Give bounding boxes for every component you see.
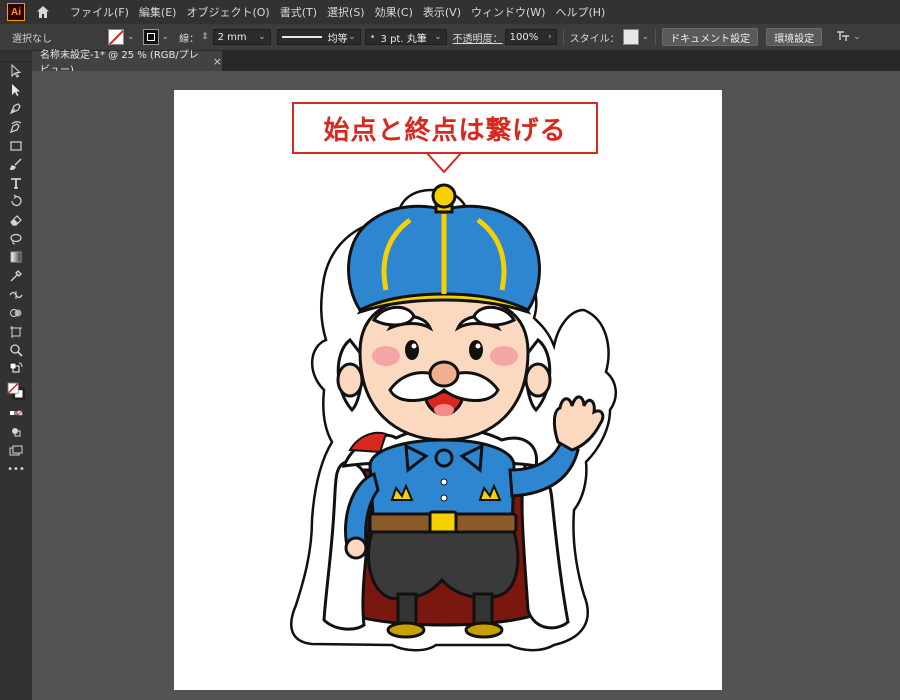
menu-edit[interactable]: 編集(E) [134,4,182,20]
stroke-weight-value: 2 mm [217,31,247,43]
stroke-weight-field[interactable]: 2 mm ⌄ [212,29,271,45]
shoe-left [386,621,426,639]
callout-box: 始点と終点は繋げる [292,102,598,154]
zoom-tool-icon[interactable] [0,341,32,360]
illustrator-logo-icon: Ai [7,3,25,21]
fill-none-swatch[interactable] [108,29,124,45]
opacity-field[interactable]: 100% › [504,29,557,45]
chevron-down-icon[interactable]: ⌄ [127,32,135,42]
brush-dot-icon: • [369,31,376,43]
stroke-label: 線： [179,33,200,45]
direct-selection-tool-icon[interactable] [0,81,32,100]
chevron-down-icon[interactable]: ⌄ [642,32,650,42]
brush-definition[interactable]: • 3 pt. 丸筆 ⌄ [364,29,447,45]
callout-tail [425,151,463,174]
menu-view[interactable]: 表示(V) [418,4,466,20]
style-label: スタイル： [569,33,620,45]
fill-none-stroke-black-icon[interactable] [0,378,32,404]
pen-tool-icon[interactable] [0,99,32,118]
document-tab-bar: 名称未設定-1* @ 25 % (RGB/プレビュー) × [32,50,900,76]
chevron-down-icon[interactable]: ⌄ [434,32,442,42]
canvas[interactable]: 始点と終点は繋げる [32,71,900,700]
default-fill-stroke-icon[interactable] [0,360,32,379]
stepper-icon[interactable]: ⇕ [201,32,209,42]
callout-text: 始点と終点は繋げる [323,115,567,146]
curvature-tool-icon[interactable] [0,118,32,137]
crown-knob [431,183,457,209]
menu-select[interactable]: 選択(S) [322,4,370,20]
graphic-style-swatch[interactable] [622,29,639,45]
eraser-tool-icon[interactable] [0,211,32,230]
king-character-illustration[interactable] [174,90,722,690]
width-tool-icon[interactable] [0,285,32,304]
menu-window[interactable]: ウィンドウ(W) [466,4,550,20]
divider [562,29,564,45]
profile-line-icon [281,36,322,38]
menu-bar: Ai ファイル(F) 編集(E) オブジェクト(O) 書式(T) 選択(S) 効… [0,0,900,24]
menu-file[interactable]: ファイル(F) [65,4,134,20]
selection-tool-icon[interactable] [0,62,32,81]
opacity-value: 100% [509,31,539,43]
brush-label: 3 pt. 丸筆 [380,33,427,45]
opacity-label[interactable]: 不透明度： [453,30,503,45]
rectangle-tool-icon[interactable] [0,136,32,155]
stroke-color-swatch[interactable] [142,29,159,45]
document-setup-button[interactable]: ドキュメント設定 [662,28,759,46]
paintbrush-tool-icon[interactable] [0,155,32,174]
profile-label: 均等 [327,33,348,45]
arrange-documents-icon[interactable] [836,30,850,45]
eyedropper-tool-icon[interactable] [0,267,32,286]
selection-status: 選択なし [12,33,52,45]
screen-mode-icon[interactable] [0,441,32,460]
draw-mode-icon[interactable] [0,423,32,442]
artboard[interactable]: 始点と終点は繋げる [174,90,722,690]
shoe-right [464,621,504,639]
chevron-down-icon[interactable]: ⌄ [348,32,356,42]
home-icon[interactable] [35,4,51,20]
menu-effect[interactable]: 効果(C) [370,4,418,20]
variable-width-profile[interactable]: 均等 ⌄ [276,29,361,45]
gradient-tool-icon[interactable] [0,248,32,267]
type-tool-icon[interactable] [0,174,32,193]
shape-builder-tool-icon[interactable] [0,304,32,323]
divider [655,29,657,45]
close-icon[interactable]: × [213,55,222,68]
preferences-button[interactable]: 環境設定 [766,28,823,46]
rotate-tool-icon[interactable] [0,192,32,211]
more-tools-icon[interactable]: ••• [0,460,32,479]
menu-help[interactable]: ヘルプ(H) [550,4,610,20]
document-tab[interactable]: 名称未設定-1* @ 25 % (RGB/プレビュー) × [32,50,222,76]
chevron-down-icon[interactable]: ⌄ [853,32,861,42]
chevron-down-icon[interactable]: ⌄ [258,32,266,42]
artboard-tool-icon[interactable] [0,322,32,341]
panel-gripper[interactable] [0,51,32,62]
color-mode-icon[interactable] [0,404,32,423]
lasso-tool-icon[interactable] [0,229,32,248]
chevron-right-icon[interactable]: › [548,32,552,42]
menu-object[interactable]: オブジェクト(O) [181,4,274,20]
tools-panel: ••• [0,51,32,700]
chevron-down-icon[interactable]: ⌄ [162,32,170,42]
menu-type[interactable]: 書式(T) [275,4,322,20]
